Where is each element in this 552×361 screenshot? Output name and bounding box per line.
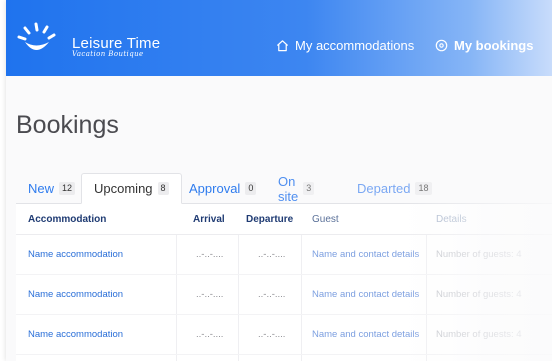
- tab-label: New: [28, 181, 55, 196]
- guest-contact-link[interactable]: Name and contact details: [312, 249, 419, 260]
- details-value: 4: [516, 289, 522, 300]
- count-badge: 12: [59, 182, 76, 195]
- departure-date: ..-..-....: [258, 329, 286, 340]
- details-value: 4: [516, 249, 522, 260]
- circle-dot-icon: [435, 39, 448, 51]
- arrival-date: ..-..-....: [196, 249, 224, 260]
- guest-count: Number of guests: 4: [436, 329, 522, 340]
- accommodation-link[interactable]: Name accommodation: [28, 249, 123, 260]
- count-badge: 8: [157, 182, 169, 195]
- nav-label: My bookings: [454, 37, 534, 53]
- guest-count: Number of guests: 4: [436, 249, 522, 260]
- column-header-arrival[interactable]: Arrival: [193, 214, 225, 225]
- tab-label: Approval: [189, 181, 241, 196]
- tab-upcoming[interactable]: Upcoming 8: [81, 173, 182, 204]
- brand-tagline: Vacation Boutique: [72, 50, 144, 58]
- details-label: Number of guests:: [436, 249, 514, 260]
- tab-label: Upcoming: [94, 181, 153, 196]
- app-page: Leisure Time Vacation Boutique My accomm…: [6, 0, 552, 361]
- guest-contact-link[interactable]: Name and contact details: [312, 289, 419, 300]
- tab-label: On site: [278, 173, 299, 204]
- departure-date: ..-..-....: [258, 249, 286, 260]
- nav-label: My accommodations: [295, 37, 415, 53]
- guest-count: Number of guests: 4: [436, 289, 522, 300]
- details-label: Number of guests:: [436, 289, 514, 300]
- details-value: 4: [516, 329, 522, 340]
- accommodation-link[interactable]: Name accommodation: [28, 289, 123, 300]
- table-row[interactable]: Name accommodation ..-..-.... ..-..-....…: [16, 275, 552, 315]
- count-badge: 18: [415, 182, 432, 195]
- table-row[interactable]: Name accommodation ..-..-.... ..-..-....…: [16, 235, 552, 275]
- page-title: Bookings: [16, 111, 119, 139]
- column-header-accommodation[interactable]: Accommodation: [28, 214, 106, 225]
- details-label: Number of guests:: [436, 329, 514, 340]
- count-badge: 3: [303, 182, 315, 195]
- nav-my-bookings[interactable]: My bookings: [435, 36, 533, 54]
- tab-departed[interactable]: Departed 18: [357, 173, 432, 204]
- departure-date: ..-..-....: [258, 289, 286, 300]
- arrival-date: ..-..-....: [196, 329, 224, 340]
- tab-approval[interactable]: Approval 0: [189, 173, 257, 204]
- column-header-details[interactable]: Details: [436, 214, 467, 225]
- top-header: Leisure Time Vacation Boutique My accomm…: [6, 0, 552, 76]
- sun-logo-icon: [17, 22, 56, 50]
- guest-contact-link[interactable]: Name and contact details: [312, 329, 419, 340]
- column-header-departure[interactable]: Departure: [246, 214, 293, 225]
- nav-my-accommodations[interactable]: My accommodations: [276, 36, 414, 54]
- column-header-guest[interactable]: Guest: [312, 214, 339, 225]
- tab-new[interactable]: New 12: [28, 173, 76, 204]
- tab-label: Departed: [357, 181, 411, 196]
- bookings-table: Accommodation Arrival Departure Guest De…: [16, 203, 552, 361]
- arrival-date: ..-..-....: [196, 289, 224, 300]
- table-header: Accommodation Arrival Departure Guest De…: [16, 204, 552, 235]
- accommodation-link[interactable]: Name accommodation: [28, 329, 123, 340]
- count-badge: 0: [245, 182, 257, 195]
- tab-on-site[interactable]: On site 3: [278, 173, 315, 204]
- home-icon: [276, 39, 289, 51]
- table-row[interactable]: Name accommodation ..-..-.... ..-..-....…: [16, 315, 552, 355]
